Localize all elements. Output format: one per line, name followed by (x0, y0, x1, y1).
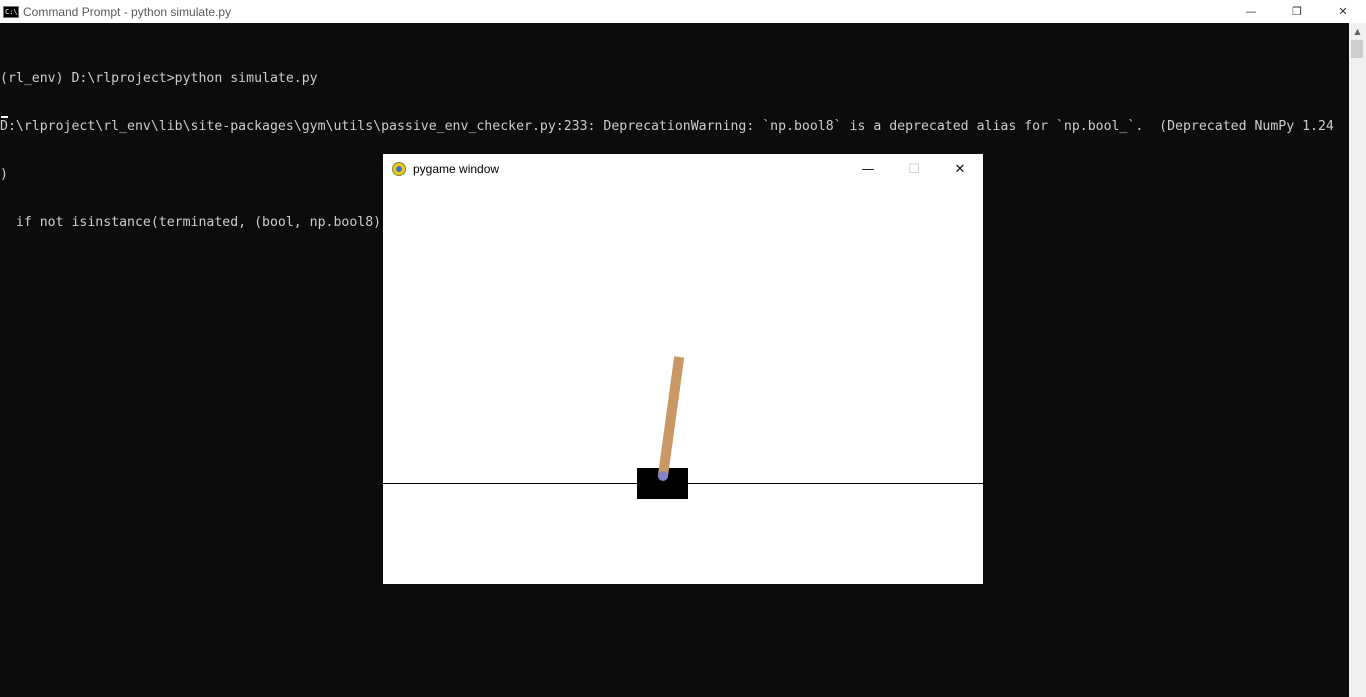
pygame-window-controls: — ☐ ✕ (845, 154, 983, 184)
cmd-close-button[interactable]: ✕ (1320, 0, 1366, 23)
canvas-background (383, 184, 983, 584)
pygame-window[interactable]: pygame window — ☐ ✕ (383, 154, 983, 584)
pygame-close-button[interactable]: ✕ (937, 154, 983, 184)
scroll-up-arrow-icon[interactable]: ▲ (1349, 23, 1366, 40)
text-cursor (1, 116, 8, 118)
vertical-scrollbar[interactable]: ▲ (1349, 23, 1366, 697)
cartpole-canvas (383, 184, 983, 584)
cmd-titlebar[interactable]: C:\ Command Prompt - python simulate.py … (0, 0, 1366, 23)
scroll-thumb[interactable] (1351, 40, 1363, 58)
cmd-app-icon[interactable]: C:\ (3, 5, 19, 18)
cmd-restore-button[interactable]: ❐ (1274, 0, 1320, 23)
console-line: D:\rlproject\rl_env\lib\site-packages\gy… (0, 119, 1334, 134)
pygame-snake-icon[interactable] (392, 162, 406, 176)
cmd-minimize-button[interactable]: — (1228, 0, 1274, 23)
pygame-minimize-button[interactable]: — (845, 154, 891, 184)
pygame-titlebar[interactable]: pygame window — ☐ ✕ (383, 154, 983, 184)
pole-axle (658, 471, 668, 481)
cmd-window-title: Command Prompt - python simulate.py (23, 4, 232, 19)
console-line: (rl_env) D:\rlproject>python simulate.py (0, 71, 318, 86)
pygame-maximize-button: ☐ (908, 161, 920, 177)
pygame-window-title: pygame window (413, 162, 500, 176)
cmd-window-controls: — ❐ ✕ (1228, 0, 1366, 23)
